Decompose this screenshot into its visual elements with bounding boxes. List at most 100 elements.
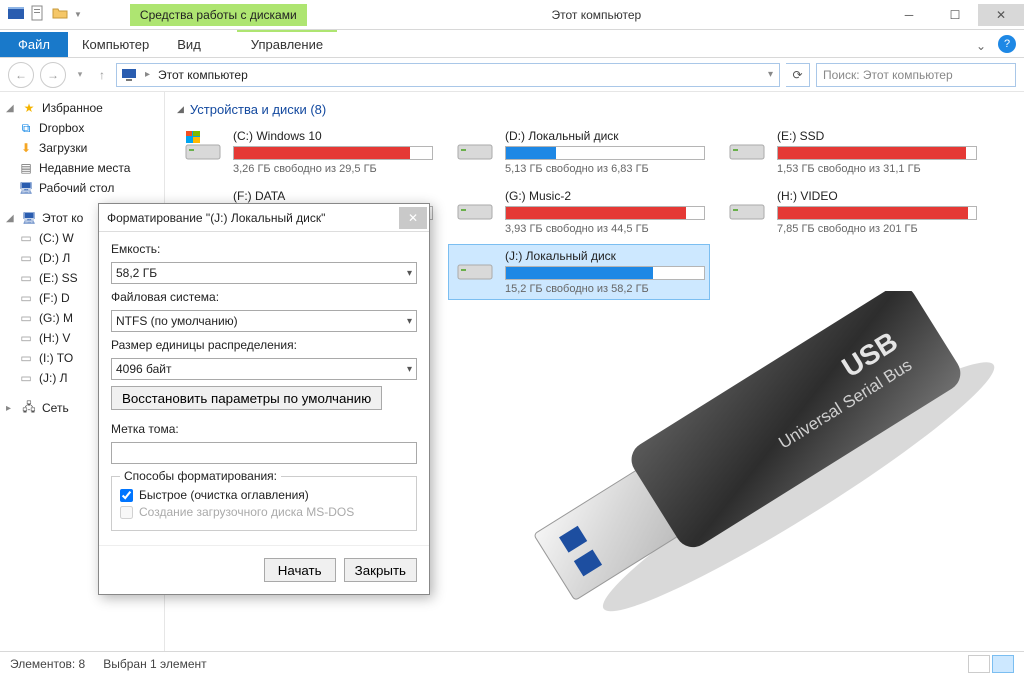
- qat-dropdown-icon[interactable]: ▼: [74, 10, 82, 19]
- drive-tile[interactable]: (D:) Локальный диск 5,13 ГБ свободно из …: [449, 125, 709, 179]
- view-tab[interactable]: Вид: [163, 32, 215, 57]
- pc-icon: [121, 67, 137, 83]
- sidebar-item-label: Dropbox: [39, 121, 84, 135]
- drive-name: (E:) SSD: [777, 129, 977, 143]
- allocation-label: Размер единицы распределения:: [111, 338, 417, 352]
- computer-tab[interactable]: Компьютер: [68, 32, 163, 57]
- close-button[interactable]: ✕: [978, 4, 1024, 26]
- ribbon-collapse-icon[interactable]: ⌄: [968, 35, 994, 57]
- drive-icon: ▭: [18, 350, 34, 366]
- manage-tab[interactable]: Управление: [237, 30, 337, 57]
- drive-icon: ▭: [18, 370, 34, 386]
- network-icon: 🖧: [21, 400, 37, 416]
- sidebar-item-dropbox[interactable]: ⧉ Dropbox: [0, 118, 164, 138]
- drive-free-text: 3,93 ГБ свободно из 44,5 ГБ: [505, 223, 705, 235]
- drive-name: (D:) Локальный диск: [505, 129, 705, 143]
- svg-text:USB: USB: [836, 326, 903, 384]
- quick-format-checkbox[interactable]: Быстрое (очистка оглавления): [120, 488, 408, 502]
- quick-access-toolbar: ▼: [0, 5, 90, 24]
- drive-tile[interactable]: (C:) Windows 10 3,26 ГБ свободно из 29,5…: [177, 125, 437, 179]
- tree-expand-icon[interactable]: ▸: [6, 403, 16, 414]
- restore-defaults-button[interactable]: Восстановить параметры по умолчанию: [111, 386, 382, 410]
- sidebar-item-label: (J:) Л: [39, 371, 68, 385]
- format-options-legend: Способы форматирования:: [120, 469, 281, 483]
- volume-label-input[interactable]: [111, 442, 417, 464]
- drive-usage-bar: [505, 146, 705, 160]
- sidebar-item-label: (F:) D: [39, 291, 70, 305]
- sidebar-item-label: (C:) W: [39, 231, 74, 245]
- sidebar-item-label: (H:) V: [39, 331, 70, 345]
- window-controls: ─ ☐ ✕: [886, 4, 1024, 26]
- chevron-down-icon: ▾: [407, 364, 412, 375]
- usb-illustration: USB Universal Serial Bus: [484, 291, 1004, 621]
- breadcrumb[interactable]: Этот компьютер: [158, 68, 248, 82]
- view-tiles-button[interactable]: [992, 655, 1014, 673]
- drive-tile[interactable]: (J:) Локальный диск 15,2 ГБ свободно из …: [449, 245, 709, 299]
- drive-icon: [725, 189, 769, 225]
- address-bar[interactable]: ▸ Этот компьютер ▾: [116, 63, 780, 87]
- minimize-button[interactable]: ─: [886, 4, 932, 26]
- navigation-row: ← → ▾ ↑ ▸ Этот компьютер ▾ ⟳ Поиск: Этот…: [0, 58, 1024, 92]
- close-dialog-button[interactable]: Закрыть: [344, 558, 417, 582]
- chevron-down-icon: ▾: [407, 268, 412, 279]
- drive-usage-bar: [777, 206, 977, 220]
- help-icon[interactable]: ?: [998, 35, 1016, 53]
- section-header-label: Устройства и диски (8): [190, 102, 326, 117]
- pc-icon: 🖥: [21, 210, 37, 226]
- maximize-button[interactable]: ☐: [932, 4, 978, 26]
- tree-collapse-icon[interactable]: ◢: [6, 213, 16, 224]
- ribbon-tabs: Файл Компьютер Вид Управление ⌄ ?: [0, 30, 1024, 58]
- sidebar-item-desktop[interactable]: 🖥 Рабочий стол: [0, 178, 164, 198]
- view-details-button[interactable]: [968, 655, 990, 673]
- up-button[interactable]: ↑: [94, 62, 110, 88]
- drive-tile[interactable]: (G:) Music-2 3,93 ГБ свободно из 44,5 ГБ: [449, 185, 709, 239]
- qat-properties-icon[interactable]: [30, 5, 46, 24]
- drive-tile[interactable]: (H:) VIDEO 7,85 ГБ свободно из 201 ГБ: [721, 185, 981, 239]
- start-button[interactable]: Начать: [264, 558, 336, 582]
- drive-icon: [181, 129, 225, 165]
- desktop-icon: 🖥: [18, 180, 34, 196]
- sidebar-item-label: (E:) SS: [39, 271, 78, 285]
- capacity-select[interactable]: 58,2 ГБ▾: [111, 262, 417, 284]
- dialog-close-button[interactable]: ✕: [399, 207, 427, 229]
- drive-icon: [453, 129, 497, 165]
- back-button[interactable]: ←: [8, 62, 34, 88]
- section-collapse-icon[interactable]: ◢: [177, 104, 184, 115]
- msdos-boot-checkbox: Создание загрузочного диска MS-DOS: [120, 505, 408, 519]
- address-dropdown-icon[interactable]: ▾: [766, 69, 775, 80]
- sidebar-item-label: (I:) TO: [39, 351, 73, 365]
- drive-icon: ▭: [18, 290, 34, 306]
- refresh-button[interactable]: ⟳: [786, 63, 810, 87]
- sidebar-item-downloads[interactable]: ⬇Загрузки: [0, 138, 164, 158]
- drive-usage-bar: [777, 146, 977, 160]
- chevron-right-icon[interactable]: ▸: [143, 69, 152, 80]
- volume-label: Метка тома:: [111, 422, 417, 436]
- drive-free-text: 7,85 ГБ свободно из 201 ГБ: [777, 223, 977, 235]
- section-header-devices[interactable]: ◢ Устройства и диски (8): [177, 100, 1012, 125]
- qat-new-folder-icon[interactable]: [52, 5, 68, 24]
- sidebar-item-recent[interactable]: ▤Недавние места: [0, 158, 164, 178]
- search-input[interactable]: Поиск: Этот компьютер: [816, 63, 1016, 87]
- filesystem-select[interactable]: NTFS (по умолчанию)▾: [111, 310, 417, 332]
- drive-name: (H:) VIDEO: [777, 189, 977, 203]
- drive-name: (C:) Windows 10: [233, 129, 433, 143]
- downloads-icon: ⬇: [18, 140, 34, 156]
- file-tab[interactable]: Файл: [0, 32, 68, 57]
- sidebar-item-label: (G:) M: [39, 311, 73, 325]
- recent-locations-icon[interactable]: ▾: [72, 62, 88, 88]
- status-selected-count: Выбран 1 элемент: [103, 657, 206, 671]
- drive-free-text: 3,26 ГБ свободно из 29,5 ГБ: [233, 163, 433, 175]
- tree-collapse-icon[interactable]: ◢: [6, 103, 16, 114]
- dialog-titlebar[interactable]: Форматирование "(J:) Локальный диск" ✕: [99, 204, 429, 232]
- drive-tile[interactable]: (E:) SSD 1,53 ГБ свободно из 31,1 ГБ: [721, 125, 981, 179]
- drive-usage-bar: [505, 206, 705, 220]
- format-options-group: Способы форматирования: Быстрое (очистка…: [111, 476, 417, 531]
- star-icon: ★: [21, 100, 37, 116]
- dropbox-icon: ⧉: [18, 120, 34, 136]
- forward-button[interactable]: →: [40, 62, 66, 88]
- drive-icon: ▭: [18, 250, 34, 266]
- sidebar-favorites[interactable]: ◢ ★ Избранное: [0, 98, 164, 118]
- drive-icon: ▭: [18, 230, 34, 246]
- sidebar-item-label: Рабочий стол: [39, 181, 114, 195]
- allocation-select[interactable]: 4096 байт▾: [111, 358, 417, 380]
